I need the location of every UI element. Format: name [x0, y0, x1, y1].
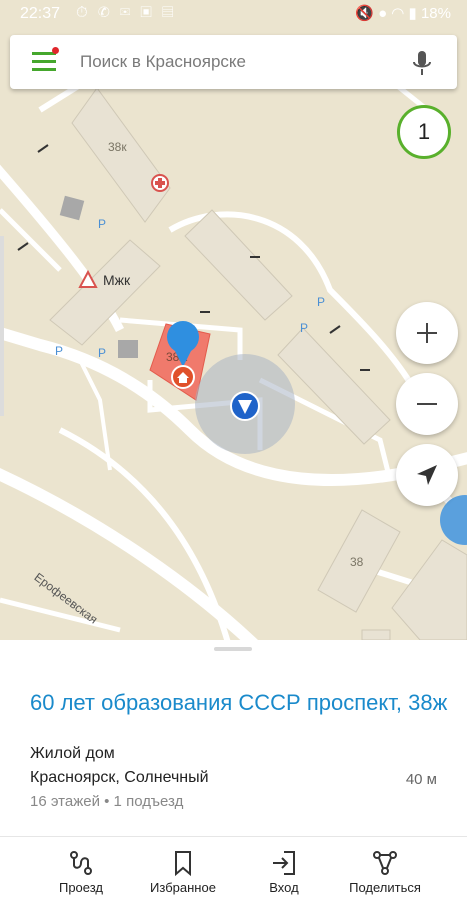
navigation-arrow-icon: [417, 465, 437, 485]
place-type: Жилой дом: [30, 745, 115, 762]
entrance-button[interactable]: Вход: [234, 837, 334, 911]
zoom-out-button[interactable]: [396, 373, 458, 435]
map-pin[interactable]: [165, 319, 201, 389]
card-drag-handle[interactable]: [214, 647, 252, 651]
entrance-label: Вход: [269, 880, 299, 895]
entrance-icon: [273, 851, 295, 875]
menu-icon[interactable]: [32, 47, 59, 74]
svg-text:P: P: [300, 321, 308, 335]
system-icons: 🔇 ● ◠ ▮ 18%: [355, 5, 451, 22]
bookmark-icon: [175, 851, 191, 877]
route-button[interactable]: Проезд: [31, 837, 131, 911]
route-label: Проезд: [58, 880, 103, 895]
status-bar: 22:37 ⏱ ✆ ✉ ▣ ▤ 🔇 ● ◠ ▮ 18%: [0, 0, 467, 30]
route-icon: [70, 851, 92, 875]
plus-icon: [417, 323, 437, 343]
search-bar[interactable]: Поиск в Красноярске: [10, 35, 457, 89]
map-view[interactable]: P P P P P 38к 38ж 38 Мжк Ерофеевская: [0, 0, 467, 640]
share-label: Поделиться: [349, 880, 421, 895]
place-address[interactable]: 60 лет образования СССР проспект, 38ж: [30, 690, 450, 716]
place-details: 16 этажей • 1 подъезд: [30, 793, 184, 810]
results-count-badge[interactable]: 1: [397, 105, 451, 159]
share-icon: [373, 851, 397, 875]
bottom-action-bar: Проезд Избранное Вход Поделиться: [0, 836, 467, 911]
place-distance: 40 м: [405, 771, 437, 788]
svg-text:P: P: [55, 344, 63, 358]
status-time: 22:37: [20, 5, 61, 22]
zoom-in-button[interactable]: [396, 302, 458, 364]
svg-text:P: P: [98, 217, 106, 231]
place-city: Красноярск, Солнечный: [30, 769, 209, 786]
place-card[interactable]: 60 лет образования СССР проспект, 38ж Жи…: [0, 640, 467, 840]
favorites-label: Избранное: [150, 880, 216, 895]
microphone-icon[interactable]: [409, 49, 435, 77]
svg-text:P: P: [317, 295, 325, 309]
building-label: 38к: [108, 140, 127, 154]
poi-label: Мжк: [103, 272, 131, 288]
favorites-button[interactable]: Избранное: [133, 837, 233, 911]
notification-icons: ⏱ ✆ ✉ ▣ ▤: [76, 4, 177, 21]
search-input[interactable]: Поиск в Красноярске: [80, 52, 246, 72]
battery-level: 18%: [420, 5, 451, 22]
share-button[interactable]: Поделиться: [335, 837, 435, 911]
minus-icon: [417, 403, 437, 405]
notification-dot: [52, 47, 59, 54]
my-location-button[interactable]: [396, 444, 458, 506]
building-label: 38: [350, 555, 364, 569]
svg-text:P: P: [98, 346, 106, 360]
